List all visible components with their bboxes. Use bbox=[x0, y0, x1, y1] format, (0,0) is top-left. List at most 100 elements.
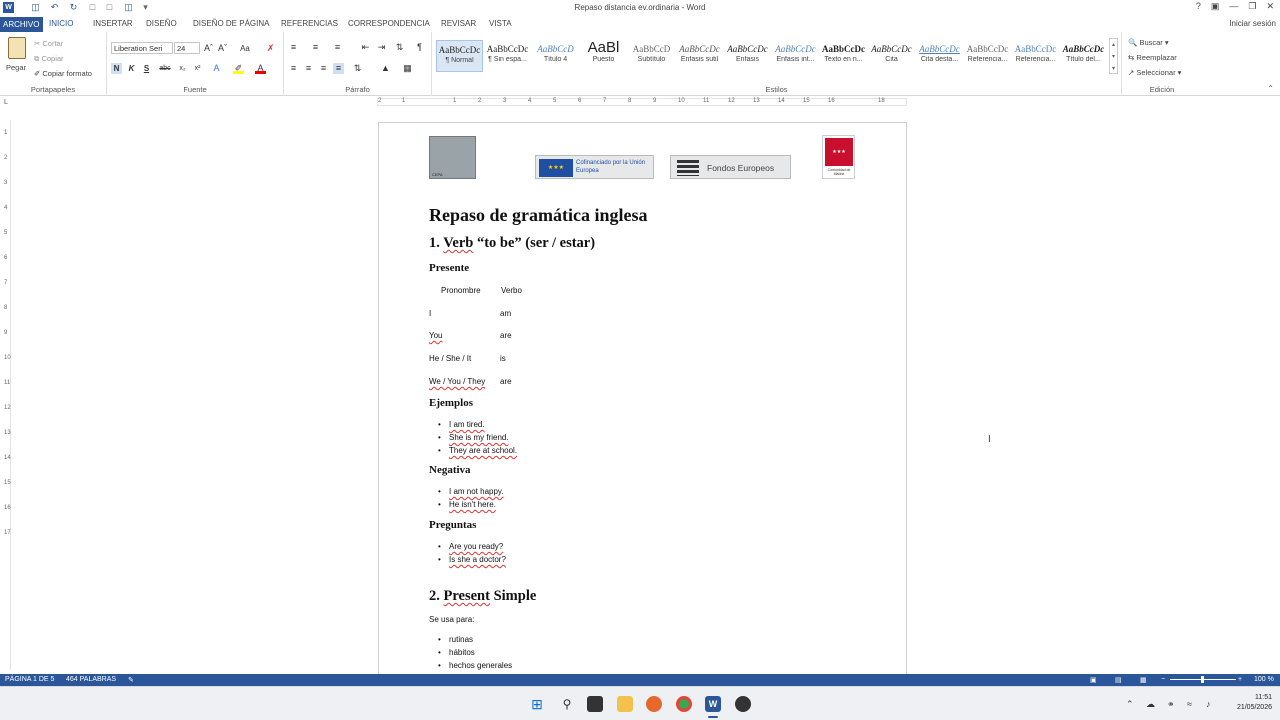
tab-vista[interactable]: VISTA bbox=[489, 19, 512, 28]
task-view-icon[interactable] bbox=[587, 696, 603, 712]
align-right-icon[interactable]: ≡ bbox=[318, 63, 329, 74]
style-enfasis-intenso[interactable]: AaBbCcDc Énfasis int... bbox=[772, 40, 819, 72]
clock[interactable]: 11:51 21/05/2026 bbox=[1237, 693, 1272, 713]
tab-referencias[interactable]: REFERENCIAS bbox=[281, 19, 338, 28]
underline-button[interactable]: S bbox=[141, 63, 152, 74]
style-subtitulo[interactable]: AaBbCcD Subtítulo bbox=[628, 40, 675, 72]
find-button[interactable]: 🔍 Buscar ▾ bbox=[1128, 38, 1169, 47]
zoom-thumb[interactable] bbox=[1201, 676, 1204, 683]
style-referencia-intensa[interactable]: AaBbCcDc Referencia... bbox=[1012, 40, 1059, 72]
grow-font-icon[interactable]: Aˆ bbox=[203, 43, 214, 54]
show-marks-icon[interactable]: ¶ bbox=[414, 42, 425, 53]
italic-button[interactable]: K bbox=[126, 63, 137, 74]
style-titulo-libro[interactable]: AaBbCcDc Título del... bbox=[1060, 40, 1107, 72]
tab-correspondencia[interactable]: CORRESPONDENCIA bbox=[348, 19, 430, 28]
shading-icon[interactable]: ▲ bbox=[380, 63, 391, 74]
word-count[interactable]: 464 PALABRAS bbox=[66, 676, 116, 683]
numbering-icon[interactable]: ≡ bbox=[310, 42, 321, 53]
page-count[interactable]: PÁGINA 1 DE 5 bbox=[5, 676, 54, 683]
print-layout-icon[interactable]: ▤ bbox=[1115, 676, 1122, 684]
styles-scroll[interactable]: ▴ ▾ ▾ bbox=[1109, 38, 1118, 74]
paste-button[interactable]: Pegar bbox=[6, 63, 26, 72]
app-icon[interactable] bbox=[735, 696, 751, 712]
chrome-icon[interactable] bbox=[676, 696, 692, 712]
decrease-indent-icon[interactable]: ⇤ bbox=[360, 42, 371, 53]
tab-inicio[interactable]: INICIO bbox=[49, 19, 73, 28]
style-puesto[interactable]: AaBl Puesto bbox=[580, 40, 627, 72]
font-size-select[interactable]: 24 bbox=[174, 42, 200, 54]
borders-icon[interactable]: ▦ bbox=[402, 63, 413, 74]
style-cita-destacada[interactable]: AaBbCcDc Cita desta... bbox=[916, 40, 963, 72]
strikethrough-button[interactable]: abc bbox=[157, 63, 173, 74]
file-explorer-icon[interactable] bbox=[617, 696, 633, 712]
vertical-ruler[interactable]: 1 2 3 4 5 6 7 8 9 10 11 12 13 14 15 16 17 bbox=[3, 120, 11, 670]
start-icon[interactable]: ⊞ bbox=[529, 696, 545, 712]
presente-heading: Presente bbox=[429, 262, 470, 274]
zoom-level[interactable]: 100 % bbox=[1254, 676, 1274, 683]
replace-button[interactable]: ⇆ Reemplazar bbox=[1128, 53, 1177, 62]
tab-diseno[interactable]: DISEÑO bbox=[146, 19, 177, 28]
subscript-button[interactable]: x₂ bbox=[177, 63, 188, 74]
shrink-font-icon[interactable]: Aˇ bbox=[217, 43, 228, 54]
collapse-ribbon-icon[interactable]: ⌃ bbox=[1267, 84, 1274, 93]
select-button[interactable]: ↗ Seleccionar ▾ bbox=[1128, 68, 1181, 77]
superscript-button[interactable]: x² bbox=[192, 63, 203, 74]
justify-icon[interactable]: ≡ bbox=[333, 63, 344, 74]
copy-button[interactable]: ⧉ Copiar bbox=[34, 54, 64, 64]
proofing-icon[interactable]: ✎ bbox=[128, 676, 134, 684]
increase-indent-icon[interactable]: ⇥ bbox=[376, 42, 387, 53]
tab-revisar[interactable]: REVISAR bbox=[441, 19, 476, 28]
line-spacing-icon[interactable]: ⇅ bbox=[352, 63, 363, 74]
bold-button[interactable]: N bbox=[111, 63, 122, 74]
style-cita[interactable]: AaBbCcDc Cita bbox=[868, 40, 915, 72]
multilevel-icon[interactable]: ≡ bbox=[332, 42, 343, 53]
ribbon-options-icon[interactable]: ▣ bbox=[1211, 1, 1220, 12]
text-effects-icon[interactable]: A bbox=[211, 63, 222, 74]
style-texto-negrita[interactable]: AaBbCcDc Texto en n... bbox=[820, 40, 867, 72]
tab-insertar[interactable]: INSERTAR bbox=[93, 19, 133, 28]
sort-icon[interactable]: ⇅ bbox=[394, 42, 405, 53]
tab-diseno-pagina[interactable]: DISEÑO DE PÁGINA bbox=[193, 19, 269, 28]
clear-format-icon[interactable]: ✗ bbox=[265, 43, 276, 54]
tab-archivo[interactable]: ARCHIVO bbox=[0, 17, 44, 32]
font-name-select[interactable]: Liberation Seri bbox=[111, 42, 173, 54]
style-enfasis[interactable]: AaBbCcDc Énfasis bbox=[724, 40, 771, 72]
paste-icon[interactable] bbox=[8, 37, 26, 59]
style-normal[interactable]: AaBbCcDc ¶ Normal bbox=[436, 40, 483, 72]
bullets-icon[interactable]: ≡ bbox=[288, 42, 299, 53]
tab-selector[interactable]: L bbox=[4, 99, 12, 107]
style-titulo-4[interactable]: AaBbCcD Título 4 bbox=[532, 40, 579, 72]
web-layout-icon[interactable]: ▦ bbox=[1140, 676, 1147, 684]
help-icon[interactable]: ? bbox=[1196, 1, 1201, 12]
style-enfasis-sutil[interactable]: AaBbCcDc Énfasis sutil bbox=[676, 40, 723, 72]
firefox-icon[interactable] bbox=[646, 696, 662, 712]
format-painter-button[interactable]: ✐ Copiar formato bbox=[34, 69, 92, 78]
search-icon[interactable]: ⚲ bbox=[559, 696, 575, 712]
align-left-icon[interactable]: ≡ bbox=[288, 63, 299, 74]
read-mode-icon[interactable]: ▣ bbox=[1090, 676, 1097, 684]
highlight-icon[interactable]: ✐ bbox=[233, 63, 244, 74]
font-color-icon[interactable]: A bbox=[255, 63, 266, 74]
style-referencia-sutil[interactable]: AaBbCcDc Referencia... bbox=[964, 40, 1011, 72]
volume-icon[interactable]: ♪ bbox=[1206, 699, 1211, 709]
zoom-out-icon[interactable]: − bbox=[1161, 676, 1165, 683]
minimize-icon[interactable]: — bbox=[1229, 1, 1238, 12]
zoom-in-icon[interactable]: + bbox=[1238, 676, 1242, 683]
show-hidden-icons[interactable]: ⌃ bbox=[1126, 699, 1134, 710]
document-page[interactable]: CEPA ★★★ Cofinanciado por la Unión Europ… bbox=[378, 122, 907, 682]
network-icon[interactable]: ☁ bbox=[1146, 699, 1155, 710]
style-sin-espaciado[interactable]: AaBbCcDc ¶ Sin espa... bbox=[484, 40, 531, 72]
restore-icon[interactable]: ❐ bbox=[1248, 1, 1256, 12]
zoom-slider[interactable] bbox=[1170, 676, 1236, 683]
change-case-button[interactable]: Aa bbox=[237, 43, 253, 54]
close-icon[interactable]: ✕ bbox=[1266, 1, 1274, 12]
wifi-icon[interactable]: ≈ bbox=[1187, 699, 1192, 709]
microphone-icon[interactable]: ⚭ bbox=[1167, 699, 1175, 710]
table-header-pronombre: Pronombre bbox=[441, 286, 481, 295]
word-taskbar-icon[interactable]: W bbox=[705, 696, 721, 712]
align-center-icon[interactable]: ≡ bbox=[303, 63, 314, 74]
cut-button[interactable]: ✂ Cortar bbox=[34, 39, 63, 48]
sign-in-link[interactable]: Iniciar sesión bbox=[1229, 19, 1276, 28]
ruler-mark: 7 bbox=[603, 98, 607, 104]
horizontal-ruler[interactable]: 2 1 1 2 3 4 5 6 7 8 9 10 11 12 13 14 15 16 18 bbox=[377, 98, 907, 106]
